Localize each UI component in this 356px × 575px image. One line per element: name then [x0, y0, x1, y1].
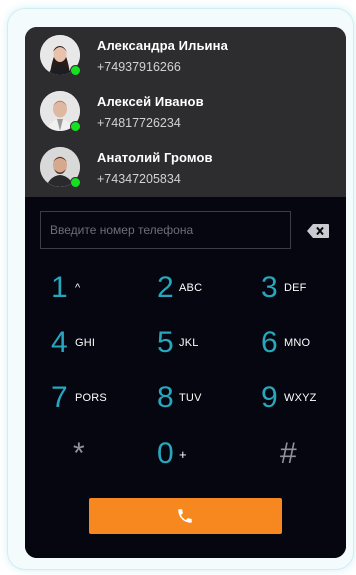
phone-icon	[178, 509, 192, 523]
key-letters: PORS	[75, 392, 107, 404]
contact-name: Александра Ильина	[97, 38, 228, 53]
key-digit: 2	[157, 271, 174, 304]
contact-phone: +74937916266	[97, 60, 181, 74]
key-letters: TUV	[179, 392, 202, 404]
key-digit: 3	[261, 271, 278, 304]
dial-key-5[interactable]: 5 JKL	[157, 324, 237, 370]
key-letters: MNO	[284, 337, 311, 349]
online-status-dot	[70, 177, 81, 188]
dial-key-4[interactable]: 4 GHI	[51, 324, 131, 370]
key-digit: 5	[157, 326, 174, 359]
dial-key-9[interactable]: 9 WXYZ	[261, 379, 341, 425]
key-digit: 6	[261, 326, 278, 359]
contact-phone: +74817726234	[97, 116, 181, 130]
contact-phone: +74347205834	[97, 172, 181, 186]
contact-item[interactable]: Алексей Иванов +74817726234	[25, 83, 346, 139]
key-digit: 8	[157, 381, 174, 414]
key-letters: ^	[75, 282, 81, 294]
contact-item[interactable]: Александра Ильина +74937916266	[25, 27, 346, 83]
dial-key-hash[interactable]: #	[280, 435, 346, 481]
key-letters: GHI	[75, 337, 96, 349]
key-letters: +	[179, 447, 187, 462]
phone-number-input[interactable]	[40, 211, 291, 249]
dial-key-2[interactable]: 2 ABC	[157, 269, 237, 315]
key-letters: WXYZ	[284, 392, 317, 404]
key-digit: #	[280, 437, 297, 470]
contact-list: Александра Ильина +74937916266 Алексей И…	[25, 27, 346, 197]
dialpad: 1 ^ 2 ABC 3 DEF 4 GHI 5 JKL 6 MNO 7 PORS	[25, 197, 346, 558]
key-digit: 0	[157, 437, 174, 470]
dial-key-7[interactable]: 7 PORS	[51, 379, 131, 425]
key-digit: 1	[51, 271, 68, 304]
key-letters: ABC	[179, 282, 203, 294]
key-letters: JKL	[179, 337, 199, 349]
key-digit: 7	[51, 381, 68, 414]
key-digit: 4	[51, 326, 68, 359]
dialer-panel: Александра Ильина +74937916266 Алексей И…	[25, 27, 346, 558]
dial-key-6[interactable]: 6 MNO	[261, 324, 341, 370]
dial-key-3[interactable]: 3 DEF	[261, 269, 341, 315]
key-letters: DEF	[284, 282, 307, 294]
backspace-icon[interactable]	[307, 224, 329, 238]
dial-key-1[interactable]: 1 ^	[51, 269, 131, 315]
dial-key-8[interactable]: 8 TUV	[157, 379, 237, 425]
contact-name: Алексей Иванов	[97, 94, 204, 109]
contact-name: Анатолий Громов	[97, 150, 213, 165]
dial-key-star[interactable]: *	[73, 435, 153, 481]
call-button[interactable]	[89, 498, 282, 534]
contact-item[interactable]: Анатолий Громов +74347205834	[25, 139, 346, 195]
online-status-dot	[70, 121, 81, 132]
key-digit: 9	[261, 381, 278, 414]
dial-key-0[interactable]: 0 +	[157, 435, 237, 481]
key-digit: *	[73, 437, 85, 470]
online-status-dot	[70, 65, 81, 76]
